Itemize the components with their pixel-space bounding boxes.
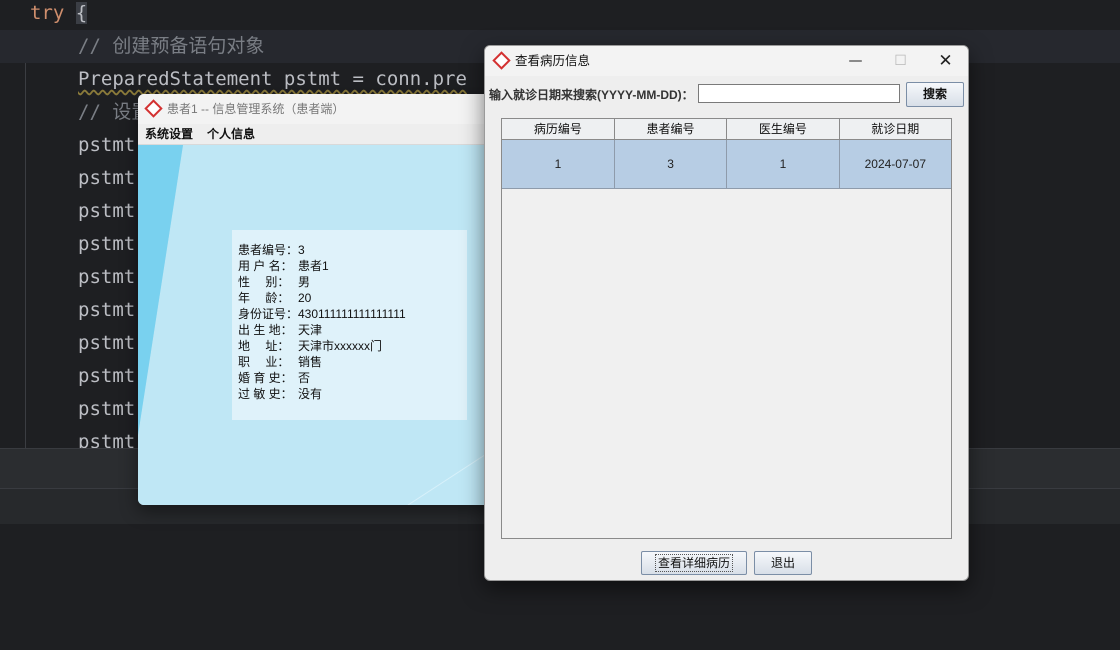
info-row-birthplace: 出 生 地： 天津 <box>238 323 323 337</box>
code-line-prepared-statement: PreparedStatement pstmt = conn.pre <box>78 68 467 90</box>
patient-info-panel: 患者编号：3 用 户 名： 患者1 性 别：男 年 龄： 20 身份证号：43011… <box>232 230 467 420</box>
medical-record-window: 查看病历信息 — ☐ ✕ 输入就诊日期来搜索(YYYY-MM-DD)： 搜索 病… <box>484 45 969 581</box>
code-line-pstmt: pstmt <box>78 266 136 288</box>
code-line-pstmt: pstmt <box>78 299 136 321</box>
search-label: 输入就诊日期来搜索(YYYY-MM-DD)： <box>489 88 694 102</box>
info-row-age: 年 龄： 20 <box>238 291 312 305</box>
menu-system-settings[interactable]: 系统设置 <box>145 124 193 145</box>
info-row-patient-id: 患者编号：3 <box>238 243 305 257</box>
column-header-visit-date[interactable]: 就诊日期 <box>838 119 951 140</box>
cell-doctor-id[interactable]: 1 <box>726 138 840 189</box>
code-line-pstmt: pstmt <box>78 233 136 255</box>
patient-content-area: 患者编号：3 用 户 名： 患者1 性 别：男 年 龄： 20 身份证号：43011… <box>138 145 500 505</box>
patient-window-titlebar[interactable]: 患者1 -- 信息管理系统（患者端） <box>138 94 500 124</box>
info-row-gender: 性 别：男 <box>238 275 311 289</box>
exit-button[interactable]: 退出 <box>754 551 812 575</box>
cell-patient-id[interactable]: 3 <box>613 138 728 189</box>
close-icon[interactable]: ✕ <box>923 46 968 76</box>
column-header-patient-id[interactable]: 患者编号 <box>613 119 728 140</box>
info-row-id-number: 身份证号：430111111111111111 <box>238 307 406 321</box>
view-detail-label: 查看详细病历 <box>654 554 733 572</box>
record-window-title: 查看病历信息 <box>515 54 591 68</box>
patient-window-title: 患者1 -- 信息管理系统（患者端） <box>167 102 345 116</box>
minimize-icon[interactable]: — <box>833 46 878 76</box>
hospital-logo-icon <box>144 99 163 118</box>
cell-record-id[interactable]: 1 <box>502 138 615 189</box>
menu-bar: 系统设置 个人信息 <box>138 124 500 145</box>
maximize-icon[interactable]: ☐ <box>878 46 923 76</box>
table-header-row: 病历编号 患者编号 医生编号 就诊日期 <box>502 119 951 140</box>
code-line-pstmt: pstmt <box>78 167 136 189</box>
table-row[interactable]: 1 3 1 2024-07-07 <box>502 138 951 189</box>
indent-guide <box>25 30 26 448</box>
code-line-pstmt: pstmt <box>78 134 136 156</box>
code-line-pstmt: pstmt <box>78 200 136 222</box>
code-line-pstmt: pstmt <box>78 431 136 448</box>
info-row-allergy-history: 过 敏 史： 没有 <box>238 387 323 401</box>
date-search-input[interactable] <box>698 84 900 103</box>
search-button[interactable]: 搜索 <box>906 82 964 107</box>
info-row-occupation: 职 业： 销售 <box>238 355 323 369</box>
info-row-username: 用 户 名： 患者1 <box>238 259 329 273</box>
info-row-address: 地 址： 天津市xxxxxx门 <box>238 339 383 353</box>
menu-personal-info[interactable]: 个人信息 <box>207 124 255 145</box>
column-header-doctor-id[interactable]: 医生编号 <box>726 119 840 140</box>
record-table[interactable]: 病历编号 患者编号 医生编号 就诊日期 1 3 1 2024-07-07 <box>501 118 952 539</box>
view-detail-button[interactable]: 查看详细病历 <box>641 551 747 575</box>
code-line-pstmt: pstmt <box>78 365 136 387</box>
code-line-pstmt: pstmt <box>78 332 136 354</box>
cell-visit-date[interactable]: 2024-07-07 <box>838 138 951 189</box>
hospital-logo-icon <box>492 51 511 70</box>
code-line-pstmt: pstmt <box>78 398 136 420</box>
patient-window: 患者1 -- 信息管理系统（患者端） 系统设置 个人信息 患者编号：3 用 户 … <box>138 94 500 505</box>
info-row-marital-history: 婚 育 史：否 <box>238 371 311 385</box>
column-header-record-id[interactable]: 病历编号 <box>502 119 615 140</box>
record-window-titlebar[interactable]: 查看病历信息 — ☐ ✕ <box>485 46 968 76</box>
code-line-try: try { <box>30 2 88 24</box>
